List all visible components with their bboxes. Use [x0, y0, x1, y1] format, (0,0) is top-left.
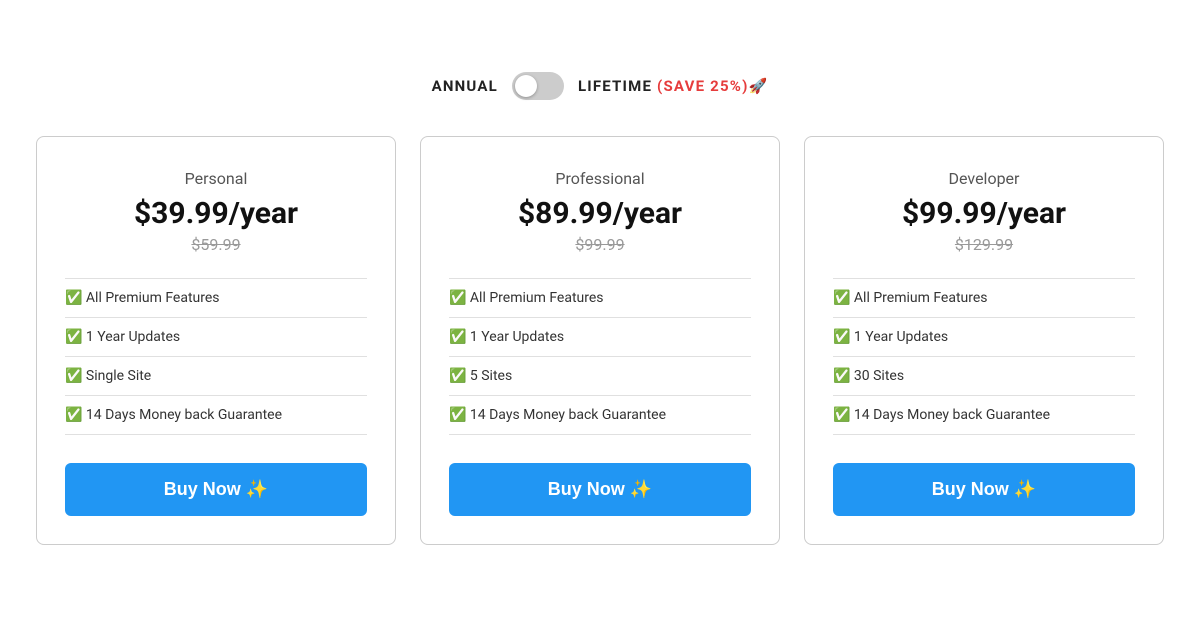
plan-name-professional: Professional [555, 169, 644, 188]
plan-card-developer: Developer $99.99/year $129.99 ✅ All Prem… [804, 136, 1164, 545]
billing-toggle[interactable] [512, 72, 564, 100]
list-item: ✅ Single Site [65, 357, 367, 396]
plan-original-price-developer: $129.99 [955, 235, 1013, 254]
plan-card-personal: Personal $39.99/year $59.99 ✅ All Premiu… [36, 136, 396, 545]
list-item: ✅ 1 Year Updates [449, 318, 751, 357]
plan-features-professional: ✅ All Premium Features ✅ 1 Year Updates … [449, 278, 751, 435]
lifetime-label: LIFETIME (SAVE 25%)🚀 [578, 77, 769, 95]
plan-price-developer: $99.99/year [902, 196, 1066, 231]
list-item: ✅ All Premium Features [833, 278, 1135, 318]
list-item: ✅ 14 Days Money back Guarantee [65, 396, 367, 435]
list-item: ✅ 1 Year Updates [65, 318, 367, 357]
list-item: ✅ All Premium Features [449, 278, 751, 318]
list-item: ✅ 14 Days Money back Guarantee [833, 396, 1135, 435]
plan-card-professional: Professional $89.99/year $99.99 ✅ All Pr… [420, 136, 780, 545]
billing-toggle-row: ANNUAL LIFETIME (SAVE 25%)🚀 [432, 72, 769, 100]
plan-price-professional: $89.99/year [518, 196, 682, 231]
plan-name-developer: Developer [949, 169, 1020, 188]
list-item: ✅ 1 Year Updates [833, 318, 1135, 357]
plan-features-developer: ✅ All Premium Features ✅ 1 Year Updates … [833, 278, 1135, 435]
save-label: (SAVE 25%)🚀 [657, 77, 768, 95]
buy-button-personal[interactable]: Buy Now ✨ [65, 463, 367, 516]
toggle-track [512, 72, 564, 100]
list-item: ✅ 30 Sites [833, 357, 1135, 396]
list-item: ✅ 14 Days Money back Guarantee [449, 396, 751, 435]
annual-label: ANNUAL [432, 77, 498, 95]
plan-original-price-professional: $99.99 [575, 235, 624, 254]
list-item: ✅ 5 Sites [449, 357, 751, 396]
plan-features-personal: ✅ All Premium Features ✅ 1 Year Updates … [65, 278, 367, 435]
plan-price-personal: $39.99/year [134, 196, 298, 231]
plan-name-personal: Personal [185, 169, 248, 188]
plan-original-price-personal: $59.99 [191, 235, 240, 254]
plans-container: Personal $39.99/year $59.99 ✅ All Premiu… [30, 136, 1170, 545]
list-item: ✅ All Premium Features [65, 278, 367, 318]
buy-button-developer[interactable]: Buy Now ✨ [833, 463, 1135, 516]
toggle-thumb [515, 75, 537, 97]
buy-button-professional[interactable]: Buy Now ✨ [449, 463, 751, 516]
